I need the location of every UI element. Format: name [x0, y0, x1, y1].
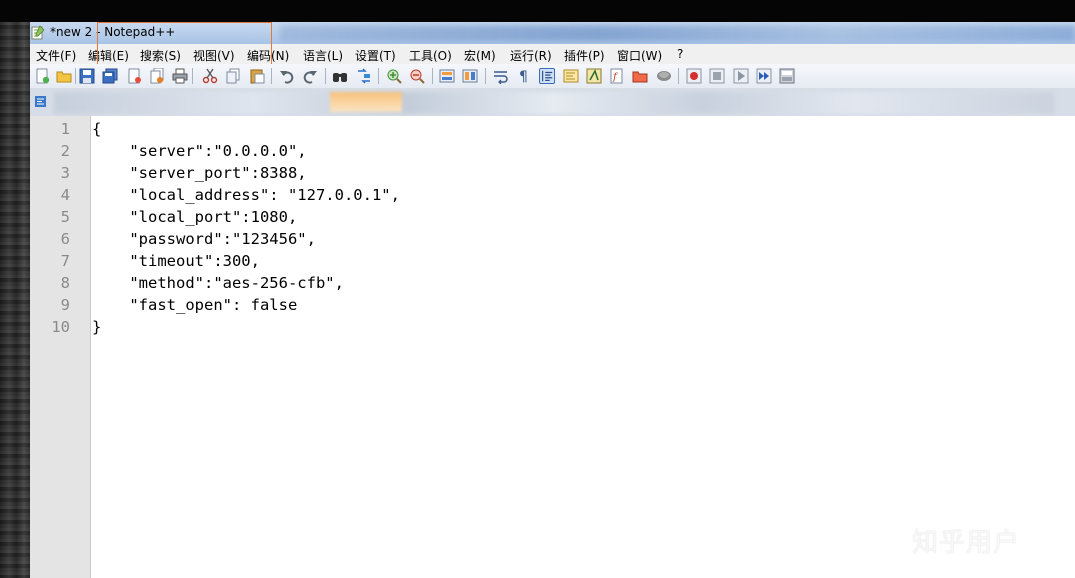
menu-window[interactable]: 窗口(W) [617, 47, 662, 64]
toolbar: ¶ f [30, 64, 1075, 88]
play-macro-icon[interactable] [733, 68, 749, 84]
menu-help[interactable]: ? [677, 47, 683, 61]
indent-guide-icon[interactable] [539, 68, 555, 84]
word-wrap-icon[interactable] [493, 68, 509, 84]
menu-run[interactable]: 运行(R) [510, 47, 552, 64]
line-number: 10 [51, 318, 70, 336]
line-number: 6 [60, 230, 70, 248]
notepadpp-window: *new 2 - Notepad++ 文件(F) 编辑(E) 搜索(S) 视图(… [30, 22, 1075, 578]
menu-encoding[interactable]: 编码(N) [247, 47, 289, 64]
monitoring-icon[interactable] [656, 68, 672, 84]
sync-horizontal-icon[interactable] [462, 68, 478, 84]
code-line: "server_port":8388, [92, 164, 307, 182]
desktop-top-strip [0, 0, 1075, 22]
notepadpp-app-icon [31, 25, 45, 40]
tab-list-icon[interactable] [35, 96, 46, 107]
code-line: "local_address": "127.0.0.1", [92, 186, 400, 204]
save-all-icon[interactable] [102, 68, 118, 84]
print-icon[interactable] [172, 68, 188, 84]
run-macro-multiple-icon[interactable] [756, 68, 772, 84]
toolbar-separator [192, 68, 193, 84]
menu-search[interactable]: 搜索(S) [140, 47, 181, 64]
menu-language[interactable]: 语言(L) [303, 47, 343, 64]
stop-macro-icon[interactable] [709, 68, 725, 84]
line-number: 5 [60, 208, 70, 226]
line-number: 7 [60, 252, 70, 270]
svg-text:¶: ¶ [519, 69, 528, 84]
tab-active[interactable] [330, 92, 402, 112]
show-all-chars-icon[interactable]: ¶ [516, 68, 532, 84]
blurred-tabs [54, 92, 1054, 114]
menu-view[interactable]: 视图(V) [193, 47, 235, 64]
cut-icon[interactable] [202, 68, 218, 84]
zoom-out-icon[interactable] [409, 68, 425, 84]
replace-icon[interactable] [356, 68, 372, 84]
code-line: "local_port":1080, [92, 208, 298, 226]
line-number: 9 [60, 296, 70, 314]
line-number: 4 [60, 186, 70, 204]
code-line: "fast_open": false [92, 296, 298, 314]
copy-icon[interactable] [225, 68, 241, 84]
code-line: { [92, 120, 102, 138]
zoom-in-icon[interactable] [386, 68, 402, 84]
close-all-icon[interactable] [149, 68, 165, 84]
text-editor[interactable]: { "server":"0.0.0.0", "server_port":8388… [91, 116, 1075, 578]
title-bar[interactable]: *new 2 - Notepad++ [30, 22, 1075, 44]
code-line: "password":"123456", [92, 230, 316, 248]
folder-as-workspace-icon[interactable]: f [609, 68, 625, 84]
menu-tools[interactable]: 工具(O) [409, 47, 452, 64]
save-macro-icon[interactable] [779, 68, 795, 84]
tab-bar [30, 88, 1075, 116]
redo-icon[interactable] [302, 68, 318, 84]
line-number-gutter: 1 2 3 4 5 6 7 8 9 10 [30, 116, 91, 578]
open-file-icon[interactable] [56, 68, 72, 84]
code-line: "timeout":300, [92, 252, 260, 270]
toolbar-separator [485, 68, 486, 84]
blurred-taskbar-region [280, 25, 1075, 41]
line-number: 2 [60, 142, 70, 160]
desktop-background [0, 22, 30, 578]
menu-macro[interactable]: 宏(M) [464, 47, 496, 64]
paste-icon[interactable] [249, 68, 265, 84]
code-line: "server":"0.0.0.0", [92, 142, 307, 160]
record-macro-icon[interactable] [686, 68, 702, 84]
menu-bar: 文件(F) 编辑(E) 搜索(S) 视图(V) 编码(N) 语言(L) 设置(T… [30, 44, 1075, 64]
save-icon[interactable] [79, 68, 95, 84]
menu-file[interactable]: 文件(F) [36, 47, 76, 64]
toolbar-separator [678, 68, 679, 84]
toolbar-separator [432, 68, 433, 84]
line-number: 8 [60, 274, 70, 292]
close-icon[interactable] [126, 68, 142, 84]
toolbar-separator [271, 68, 272, 84]
find-icon[interactable] [332, 68, 348, 84]
new-file-icon[interactable] [34, 68, 50, 84]
menu-edit[interactable]: 编辑(E) [88, 47, 129, 64]
sync-vertical-icon[interactable] [439, 68, 455, 84]
code-line: } [92, 318, 102, 336]
toolbar-separator [325, 68, 326, 84]
line-number: 3 [60, 164, 70, 182]
undo-icon[interactable] [279, 68, 295, 84]
toolbar-separator [378, 68, 379, 84]
function-list-icon[interactable] [586, 68, 602, 84]
code-line: "method":"aes-256-cfb", [92, 274, 344, 292]
line-number: 1 [60, 120, 70, 138]
doc-list-icon[interactable] [632, 68, 648, 84]
menu-plugins[interactable]: 插件(P) [564, 47, 605, 64]
menu-settings[interactable]: 设置(T) [355, 47, 396, 64]
doc-map-icon[interactable] [563, 68, 579, 84]
watermark: 知乎用户 [912, 528, 1021, 558]
toolbar-separator [75, 68, 76, 84]
window-title: *new 2 - Notepad++ [50, 25, 176, 39]
